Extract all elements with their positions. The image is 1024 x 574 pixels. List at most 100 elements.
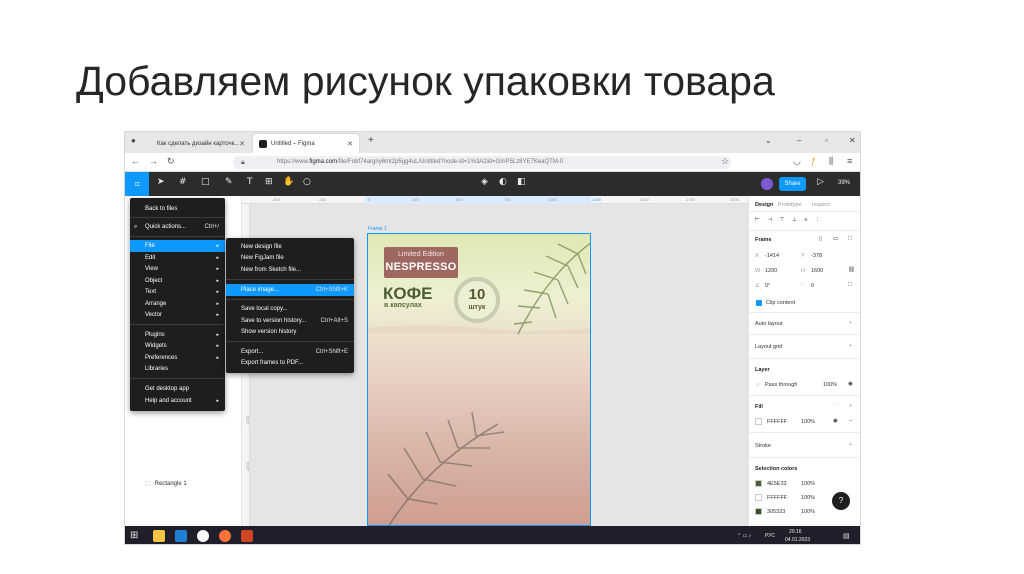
file-explorer-icon[interactable] bbox=[153, 530, 165, 542]
shape-tool-icon[interactable]: □ bbox=[201, 177, 210, 187]
hand-tool-icon[interactable]: ✋ bbox=[283, 177, 294, 187]
fill-hex-field[interactable]: FFFFFF bbox=[767, 419, 787, 425]
eye-icon[interactable]: ◉ bbox=[848, 381, 853, 387]
powerpoint-icon[interactable] bbox=[241, 530, 253, 542]
menu-item-text[interactable]: Text ▸ bbox=[130, 286, 225, 298]
styles-icon[interactable]: ∷ bbox=[833, 403, 837, 409]
notifications-icon[interactable]: ▤ bbox=[843, 532, 850, 540]
menu-item-libraries[interactable]: Libraries bbox=[130, 363, 225, 375]
share-button[interactable]: Share bbox=[779, 177, 806, 191]
avatar[interactable] bbox=[761, 178, 773, 190]
menu-item-vector[interactable]: Vector ▸ bbox=[130, 309, 225, 321]
resize-icon[interactable]: ⛶ bbox=[848, 236, 852, 243]
zoom-level[interactable]: 39% bbox=[838, 180, 850, 186]
color-swatch[interactable] bbox=[755, 494, 762, 501]
component-icon[interactable]: ◈ bbox=[481, 177, 488, 187]
color-opacity[interactable]: 100% bbox=[801, 495, 815, 501]
rotation-field[interactable]: 0° bbox=[765, 283, 770, 289]
new-tab-button[interactable]: + bbox=[368, 135, 374, 146]
frame-tool-icon[interactable]: # bbox=[179, 177, 187, 187]
move-tool-icon[interactable]: ➤ bbox=[157, 177, 165, 187]
menu-item-quick-actions[interactable]: ⌕ Quick actions... Ctrl+/ bbox=[130, 221, 225, 233]
y-field[interactable]: -378 bbox=[811, 253, 822, 259]
tray-icons[interactable]: ⌃ ▭ ♪ bbox=[737, 533, 751, 539]
firefox-icon[interactable]: ● bbox=[131, 136, 136, 145]
add-icon[interactable]: + bbox=[849, 442, 852, 448]
reload-icon[interactable]: ↻ bbox=[167, 156, 175, 167]
clip-content-checkbox[interactable] bbox=[756, 300, 762, 306]
text-tool-icon[interactable]: T bbox=[247, 177, 253, 187]
color-opacity[interactable]: 100% bbox=[801, 481, 815, 487]
frame-label[interactable]: Frame 1 bbox=[368, 226, 387, 232]
height-field[interactable]: 1600 bbox=[811, 268, 823, 274]
main-menu-button[interactable]: ⌗ bbox=[125, 172, 149, 196]
pocket-icon[interactable]: ◡ bbox=[793, 156, 801, 167]
browser-tab-figma[interactable]: Untitled – Figma ✕ bbox=[253, 134, 359, 153]
fill-opacity-field[interactable]: 100% bbox=[801, 419, 815, 425]
width-field[interactable]: 1200 bbox=[765, 268, 777, 274]
extension-icon[interactable]: ƒ bbox=[811, 156, 816, 166]
help-button[interactable]: ? bbox=[832, 492, 850, 510]
add-icon[interactable]: + bbox=[849, 320, 852, 326]
tab-prototype[interactable]: Prototype bbox=[778, 202, 802, 208]
radius-field[interactable]: 0 bbox=[811, 283, 814, 289]
layer-item-rectangle[interactable]: ⬚ Rectangle 1 bbox=[145, 480, 187, 487]
edge-icon[interactable] bbox=[175, 530, 187, 542]
add-icon[interactable]: + bbox=[849, 403, 852, 409]
x-field[interactable]: -1414 bbox=[765, 253, 779, 259]
color-swatch[interactable] bbox=[755, 508, 762, 515]
align-icons[interactable]: ⊢ ⊣ ⊤ ⊥ ≡ ⋮ bbox=[755, 217, 824, 223]
layer-opacity-field[interactable]: 100% bbox=[823, 382, 837, 388]
close-icon[interactable]: ✕ bbox=[239, 140, 245, 148]
url-input[interactable]: 🔒︎ https://www.figma.com/file/Fobf74argn… bbox=[233, 156, 731, 169]
menu-icon[interactable]: ≡ bbox=[847, 156, 852, 166]
menu-item-export-frames-pdf[interactable]: Export frames to PDF... bbox=[226, 357, 354, 369]
close-icon[interactable]: ✕ bbox=[347, 140, 353, 148]
remove-icon[interactable]: − bbox=[849, 418, 852, 424]
tab-inspect[interactable]: Inspect bbox=[812, 202, 830, 208]
bookmarks-icon[interactable]: ⫼ bbox=[829, 156, 833, 167]
color-hex[interactable]: 4E5E33 bbox=[767, 481, 787, 487]
color-hex[interactable]: 305323 bbox=[767, 509, 785, 515]
yandex-icon[interactable] bbox=[197, 530, 209, 542]
fill-swatch[interactable] bbox=[755, 418, 762, 425]
menu-item-save-local-copy[interactable]: Save local copy... bbox=[226, 303, 354, 315]
firefox-taskbar-icon[interactable] bbox=[219, 530, 231, 542]
frame[interactable]: Limited Edition NESPRESSO КОФЕ в капсула… bbox=[367, 233, 591, 526]
menu-item-new-from-sketch[interactable]: New from Sketch file... bbox=[226, 264, 354, 276]
color-opacity[interactable]: 100% bbox=[801, 509, 815, 515]
menu-item-view[interactable]: View ▸ bbox=[130, 263, 225, 275]
back-arrow-icon[interactable]: ← bbox=[131, 156, 140, 166]
pen-tool-icon[interactable]: ✎ bbox=[225, 177, 233, 187]
mask-icon[interactable]: ◐ bbox=[499, 177, 507, 187]
star-icon[interactable]: ☆ bbox=[721, 156, 729, 167]
menu-item-help-and-account[interactable]: Help and account ▸ bbox=[130, 395, 225, 407]
language-indicator[interactable]: РУС bbox=[765, 533, 775, 539]
maximize-icon[interactable]: ▫ bbox=[825, 136, 828, 145]
color-swatch[interactable] bbox=[755, 480, 762, 487]
windows-start-icon[interactable]: ⊞ bbox=[130, 530, 138, 541]
menu-item-new-figjam-file[interactable]: New FigJam file bbox=[226, 252, 354, 264]
menu-item-widgets[interactable]: Widgets ▸ bbox=[130, 340, 225, 352]
menu-item-back-to-files[interactable]: Back to files bbox=[130, 203, 225, 215]
tab-design[interactable]: Design bbox=[755, 202, 773, 208]
constrain-icon[interactable]: ⛓ bbox=[848, 267, 855, 273]
resources-icon[interactable]: ⊞ bbox=[265, 177, 273, 187]
menu-item-show-version-history[interactable]: Show version history bbox=[226, 326, 354, 338]
present-icon[interactable]: ▷ bbox=[817, 177, 824, 187]
color-hex[interactable]: FFFFFF bbox=[767, 495, 787, 501]
add-icon[interactable]: + bbox=[849, 343, 852, 349]
forward-arrow-icon[interactable]: → bbox=[149, 156, 158, 166]
corners-icon[interactable]: ⛶ bbox=[848, 282, 852, 289]
menu-item-get-desktop-app[interactable]: Get desktop app bbox=[130, 383, 225, 395]
landscape-icon[interactable]: ▭ bbox=[833, 236, 838, 242]
close-window-icon[interactable]: ✕ bbox=[849, 136, 856, 145]
menu-item-file[interactable]: File ▸ bbox=[130, 240, 225, 252]
portrait-icon[interactable]: ▯ bbox=[819, 236, 822, 242]
comment-tool-icon[interactable]: ○ bbox=[303, 177, 311, 187]
eye-icon[interactable]: ◉ bbox=[833, 418, 838, 424]
browser-tab-youtube[interactable]: Как сделать дизайн карточк... ✕ bbox=[147, 134, 251, 153]
chevron-down-icon[interactable]: ⌄ bbox=[765, 136, 772, 145]
blend-mode-select[interactable]: Pass through bbox=[765, 382, 797, 388]
boolean-icon[interactable]: ◧ bbox=[517, 177, 526, 187]
